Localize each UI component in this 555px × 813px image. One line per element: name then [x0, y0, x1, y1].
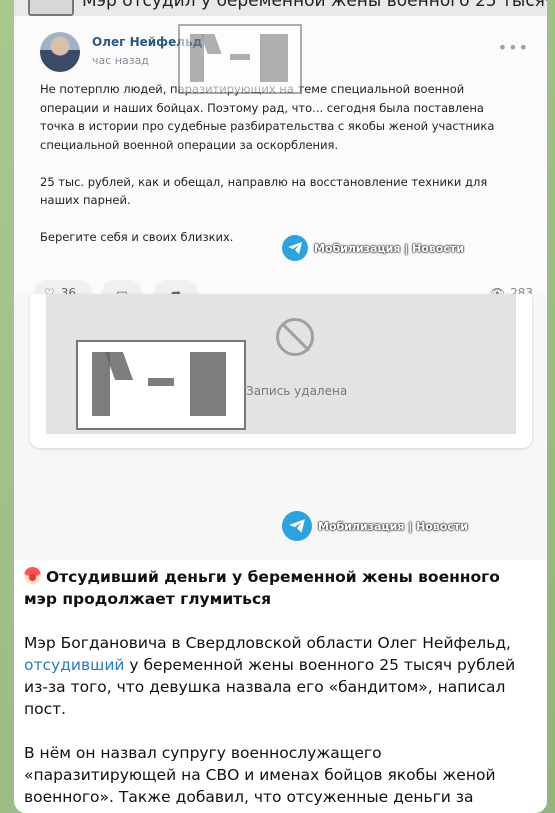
- caption-title: Отсудивший деньги у беременной жены воен…: [24, 566, 536, 610]
- clown-icon: [24, 567, 41, 584]
- vk-post-screenshot[interactable]: Олег Нейфельд час назад ••• Не потерплю …: [14, 16, 547, 306]
- caption-paragraph-2: В нём он назвал супругу военнослужащего …: [24, 744, 496, 813]
- caption-paragraph-1: Мэр Богдановича в Свердловской области О…: [24, 632, 536, 720]
- post-text: Не потерплю людей, паразитирующих на тем…: [40, 82, 495, 244]
- watermark-label: Мобилизация | Новости: [318, 519, 468, 533]
- message-caption: Отсудивший деньги у беременной жены воен…: [24, 566, 536, 813]
- avatar: [40, 32, 80, 72]
- watermark-label: Мобилизация | Новости: [314, 241, 464, 255]
- telegram-watermark: Мобилизация | Новости: [282, 511, 468, 541]
- deleted-post-screenshot[interactable]: Запись удалена Мобилизация | Новости: [14, 294, 547, 560]
- telegram-icon: [282, 235, 308, 261]
- reply-thumbnail: [28, 0, 74, 16]
- mn-logo-watermark: [178, 24, 302, 94]
- telegram-icon: [282, 511, 312, 541]
- caption-title-text: Отсудивший деньги у беременной жены воен…: [24, 568, 500, 608]
- post-time: час назад: [92, 54, 149, 67]
- reply-title: Мэр отсудил у беременной жены военного 2…: [82, 0, 547, 11]
- caption-text: Мэр Богдановича в Свердловской области О…: [24, 634, 511, 652]
- article-link[interactable]: отсудивший: [24, 656, 124, 674]
- more-icon: •••: [497, 38, 529, 57]
- no-entry-icon: [276, 318, 314, 356]
- deleted-label: Запись удалена: [246, 384, 348, 398]
- telegram-watermark: Мобилизация | Новости: [282, 235, 464, 261]
- mn-logo-watermark: [76, 340, 246, 430]
- reply-preview[interactable]: Мэр отсудил у беременной жены военного 2…: [14, 0, 547, 16]
- channel-message: Мэр отсудил у беременной жены военного 2…: [14, 0, 547, 813]
